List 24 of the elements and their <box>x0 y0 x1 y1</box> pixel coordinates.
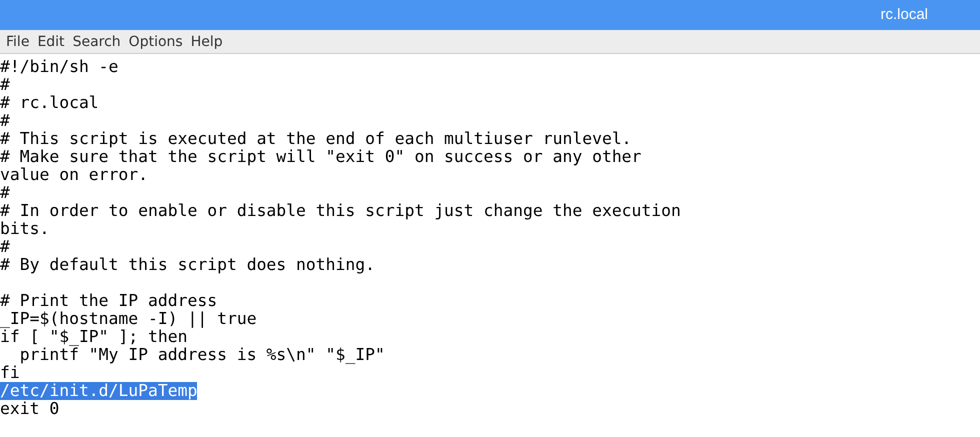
window-title: rc.local <box>880 4 928 25</box>
code-line: #!/bin/sh -e <box>0 58 118 76</box>
code-line: # <box>0 238 10 256</box>
code-line: # <box>0 184 10 202</box>
code-line: fi <box>0 364 20 382</box>
code-line: # This script is executed at the end of each multiuser runlevel. <box>0 130 632 148</box>
code-line: _IP=$(hostname -I) || true <box>0 310 257 328</box>
menu-item[interactable]: File <box>2 30 34 52</box>
code-line: printf "My IP address is %s\n" "$_IP" <box>19 346 385 364</box>
code-line: # <box>0 112 10 130</box>
code-line: bits. <box>0 220 50 238</box>
menu-item[interactable]: Edit <box>33 30 69 52</box>
code-line: if [ "$_IP" ]; then <box>0 328 188 346</box>
menu-item[interactable]: Help <box>186 30 227 52</box>
menu-item[interactable]: Options <box>124 30 187 52</box>
code-line: value on error. <box>0 166 148 184</box>
code-line: # Print the IP address <box>0 292 218 310</box>
code-line: # Make sure that the script will "exit 0" on success or any other <box>0 148 642 166</box>
menu-item[interactable]: Search <box>68 30 125 52</box>
code-line: # In order to enable or disable this script just change the execution <box>0 202 681 220</box>
code-line: # rc.local <box>0 94 99 112</box>
code-line: exit 0 <box>0 400 60 418</box>
code-line: # By default this script does nothing. <box>0 256 375 274</box>
code-line: # <box>0 76 10 94</box>
